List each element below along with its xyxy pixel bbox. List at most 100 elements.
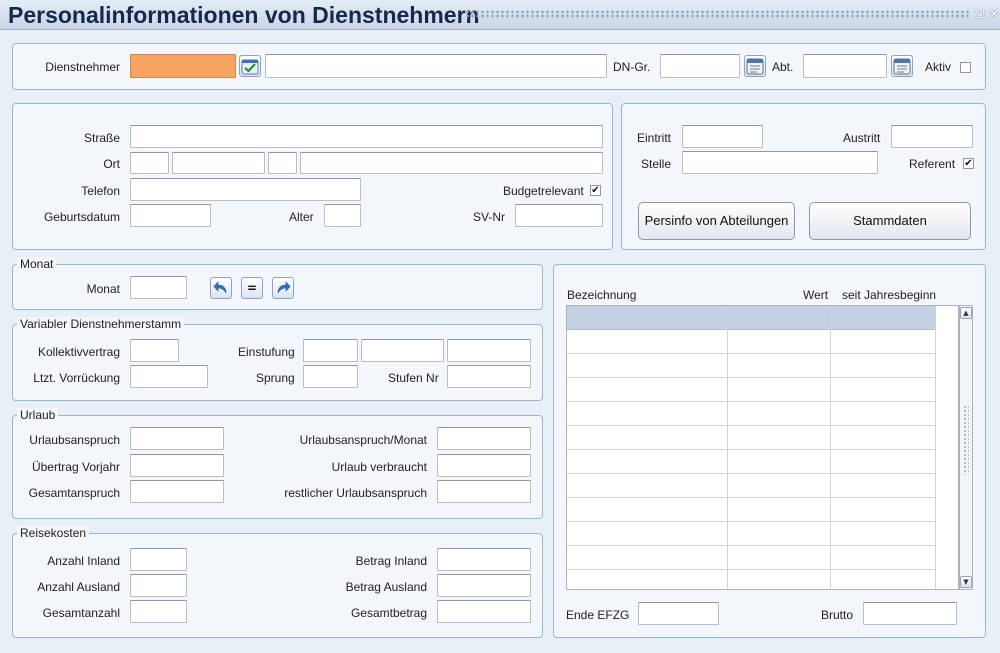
abt-picker-button[interactable] [891,55,913,77]
gesamtanzahl-label: Gesamtanzahl [42,606,120,620]
telefon-label: Telefon [81,184,120,198]
urlaubsanspruch-label: Urlaubsanspruch [29,433,120,447]
reisekosten-legend: Reisekosten [17,526,90,540]
verbraucht-input[interactable] [437,454,531,477]
urlaub-legend: Urlaub [17,408,59,422]
title-grip [465,10,970,19]
budget-label: Budgetrelevant [503,184,584,198]
restore-icon[interactable]: ⇲ [972,6,986,22]
scroll-down-icon[interactable]: ▼ [960,576,972,588]
dngr-picker-button[interactable] [744,55,766,77]
brutto-input[interactable] [863,602,957,625]
austritt-label: Austritt [843,131,881,145]
betrag-ausland-input[interactable] [437,574,531,597]
confirm-button[interactable] [239,55,261,77]
betrag-inland-input[interactable] [437,548,531,571]
arrow-forward-icon [277,281,291,294]
stelle-input[interactable] [682,151,878,174]
einstufung-label: Einstufung [238,345,295,359]
dienstnehmer-label: Dienstnehmer [45,60,120,74]
next-month-button[interactable] [272,277,294,299]
einstufung-input-3[interactable] [447,339,531,362]
einstufung-input-1[interactable] [303,339,358,362]
anzahl-inland-label: Anzahl Inland [47,554,120,568]
alter-input[interactable] [324,204,361,227]
verbraucht-label: Urlaub verbraucht [331,460,427,474]
budget-checkbox[interactable]: ✔ [590,185,601,196]
monat-input[interactable] [130,276,187,299]
name-field[interactable] [265,54,607,78]
gesamtbetrag-input[interactable] [437,600,531,623]
strasse-input[interactable] [130,125,603,148]
ende-efzg-label: Ende EFZG [566,608,630,622]
alter-label: Alter [289,210,314,224]
strasse-label: Straße [83,131,120,145]
restlich-input[interactable] [437,480,531,503]
ort-country-input[interactable] [130,152,169,174]
prev-month-button[interactable] [210,277,232,299]
abt-input[interactable] [803,54,887,78]
ort-label: Ort [103,157,120,171]
grid-lines [567,306,936,589]
gesamtanzahl-input[interactable] [130,600,187,623]
abt-label: Abt. [772,60,794,74]
ort-plz-input[interactable] [172,152,265,174]
data-grid[interactable] [566,305,959,590]
anspruch-monat-label: Urlaubsanspruch/Monat [299,433,427,447]
scroll-up-icon[interactable]: ▲ [960,307,972,319]
col-header-seit-jahresbeginn: seit Jahresbeginn [842,288,937,302]
geburtsdatum-label: Geburtsdatum [43,210,120,224]
anzahl-ausland-input[interactable] [130,574,187,597]
aktiv-checkbox[interactable] [960,62,971,73]
scroll-thumb-grip[interactable] [963,405,969,475]
anspruch-monat-input[interactable] [437,427,531,450]
dngr-label: DN-Gr. [613,60,651,74]
referent-label: Referent [909,157,956,171]
uebertrag-input[interactable] [130,454,224,477]
svnr-label: SV-Nr [473,210,506,224]
einstufung-input-2[interactable] [361,339,444,362]
dienstnehmer-input[interactable] [130,54,236,78]
stufen-label: Stufen Nr [388,371,439,385]
geburtsdatum-input[interactable] [130,204,211,227]
close-icon[interactable]: ✕ [987,6,1000,22]
austritt-input[interactable] [891,125,973,148]
variabler-legend: Variabler Dienstnehmerstamm [17,317,185,331]
anzahl-inland-input[interactable] [130,548,187,571]
stelle-label: Stelle [641,157,672,171]
window-title: Personalinformationen von Dienstnehmern [8,2,480,28]
dngr-input[interactable] [660,54,740,78]
betrag-inland-label: Betrag Inland [355,554,427,568]
check-icon [241,59,259,75]
vorrueckung-input[interactable] [130,365,208,388]
col-header-wert: Wert [803,288,829,302]
restlich-label: restlicher Urlaubsanspruch [284,486,427,500]
vorrueckung-label: Ltzt. Vorrückung [33,371,120,385]
variabler-panel [12,324,543,401]
current-month-button[interactable]: = [241,277,263,299]
sprung-input[interactable] [303,365,358,388]
uebertrag-label: Übertrag Vorjahr [31,460,120,474]
aktiv-label: Aktiv [925,60,952,74]
gesamtanspruch-label: Gesamtanspruch [28,486,120,500]
col-header-bezeichnung: Bezeichnung [567,288,637,302]
stammdaten-button[interactable]: Stammdaten [809,202,971,240]
arrow-back-icon [213,281,227,294]
monat-label: Monat [86,282,120,296]
kollektivvertrag-input[interactable] [130,339,179,362]
ort-code-input[interactable] [268,152,297,174]
ende-efzg-input[interactable] [638,602,719,625]
telefon-input[interactable] [130,178,361,201]
eintritt-input[interactable] [682,125,763,148]
svnr-input[interactable] [515,204,603,227]
urlaubsanspruch-input[interactable] [130,427,224,450]
monat-legend: Monat [17,257,57,271]
ort-city-input[interactable] [300,152,603,174]
betrag-ausland-label: Betrag Ausland [345,580,427,594]
list-picker-icon [893,58,911,75]
stufen-input[interactable] [447,365,531,388]
eintritt-label: Eintritt [637,131,672,145]
gesamtanspruch-input[interactable] [130,480,224,503]
persinfo-button[interactable]: Persinfo von Abteilungen [638,202,795,240]
referent-checkbox[interactable]: ✔ [963,158,974,169]
